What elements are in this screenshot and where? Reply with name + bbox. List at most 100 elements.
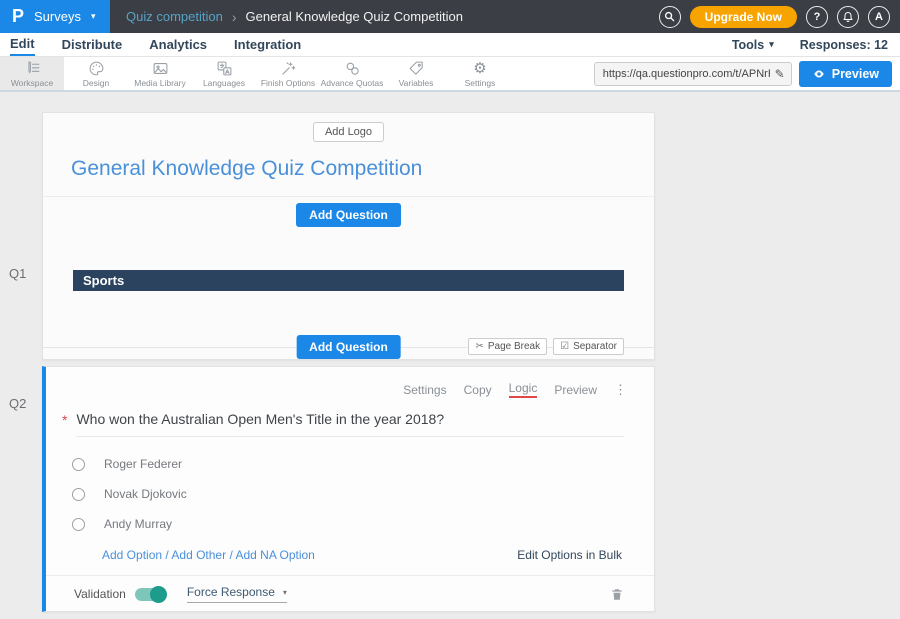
tool-media-library[interactable]: Media Library: [128, 57, 192, 90]
q1-section-heading[interactable]: Sports: [73, 270, 624, 291]
question-mark-icon: ?: [814, 11, 821, 23]
add-question-button[interactable]: Add Question: [296, 335, 401, 359]
q2-option-links-row: Add Option / Add Other / Add NA Option E…: [46, 539, 654, 562]
media-library-icon: [152, 60, 169, 77]
tab-distribute[interactable]: Distribute: [62, 33, 123, 56]
survey-section-tabs: Edit Distribute Analytics Integration: [0, 33, 328, 56]
tool-design[interactable]: Design: [64, 57, 128, 90]
subnav-right: Tools ▾ Responses: 12: [732, 38, 900, 52]
tools-label: Tools: [732, 38, 764, 52]
radio-icon[interactable]: [72, 488, 85, 501]
toggle-knob: [150, 586, 167, 603]
scissors-icon: ✂: [475, 341, 483, 352]
survey-url-input[interactable]: [603, 68, 770, 80]
required-asterisk: *: [62, 411, 67, 429]
option-row[interactable]: Roger Federer: [72, 449, 654, 479]
break-controls: ✂ Page Break ☑ Separator: [468, 338, 624, 355]
q2-menu-logic[interactable]: Logic: [509, 381, 538, 398]
eye-icon: [812, 68, 826, 80]
responses-count[interactable]: Responses: 12: [800, 38, 888, 52]
delete-question-button[interactable]: [610, 587, 624, 602]
tool-languages[interactable]: Languages: [192, 57, 256, 90]
q2-question-card: Settings Copy Logic Preview ⋮ * Who won …: [42, 366, 655, 612]
add-logo-button[interactable]: Add Logo: [313, 122, 384, 142]
tools-dropdown[interactable]: Tools ▾: [732, 38, 774, 52]
finish-options-icon: [280, 60, 297, 77]
page-break-button[interactable]: ✂ Page Break: [468, 338, 547, 355]
edit-options-in-bulk-link[interactable]: Edit Options in Bulk: [517, 548, 622, 562]
tab-edit[interactable]: Edit: [10, 33, 35, 56]
option-row[interactable]: Andy Murray: [72, 509, 654, 539]
breadcrumb-survey-title: General Knowledge Quiz Competition: [246, 9, 464, 24]
design-icon: [88, 60, 105, 77]
slash-separator: /: [165, 548, 168, 562]
q2-menu-settings[interactable]: Settings: [403, 383, 446, 397]
questionpro-logo: P: [12, 6, 24, 27]
surveys-product-menu[interactable]: P Surveys ▾: [0, 0, 110, 33]
edit-url-pencil-icon[interactable]: ✎: [770, 67, 785, 81]
radio-icon[interactable]: [72, 518, 85, 531]
add-question-row-top: Add Question: [43, 197, 654, 227]
tool-variables[interactable]: Variables: [384, 57, 448, 90]
tab-integration[interactable]: Integration: [234, 33, 301, 56]
search-button[interactable]: [659, 6, 681, 28]
chevron-down-icon: ▾: [769, 39, 774, 50]
add-question-button[interactable]: Add Question: [296, 203, 401, 227]
q2-menu-copy[interactable]: Copy: [464, 383, 492, 397]
tool-workspace[interactable]: Workspace: [0, 57, 64, 90]
breadcrumb-folder[interactable]: Quiz competition: [126, 9, 223, 24]
add-option-links: Add Option / Add Other / Add NA Option: [102, 548, 315, 562]
add-option-link[interactable]: Add Option: [102, 548, 162, 562]
trash-icon: [610, 587, 624, 602]
secondary-nav: Edit Distribute Analytics Integration To…: [0, 33, 900, 57]
validation-type-dropdown[interactable]: Force Response ▾: [187, 585, 287, 603]
edit-toolbar: Workspace Design Media Library Languages…: [0, 57, 900, 92]
add-other-link[interactable]: Add Other: [171, 548, 226, 562]
add-logo-row: Add Logo: [43, 113, 654, 142]
product-name: Surveys: [34, 9, 81, 24]
workspace-icon: [24, 60, 41, 77]
top-header-bar: P Surveys ▾ Quiz competition › General K…: [0, 0, 900, 33]
advance-quotas-icon: [344, 60, 361, 77]
survey-head-card: Add Logo General Knowledge Quiz Competit…: [42, 112, 655, 360]
question-breaker-row: Add Question ✂ Page Break ☑ Separator: [43, 337, 654, 358]
q2-options-list: Roger Federer Novak Djokovic Andy Murray: [46, 437, 654, 539]
tab-analytics[interactable]: Analytics: [149, 33, 207, 56]
more-options-dots-icon[interactable]: ⋮: [614, 382, 628, 398]
upgrade-now-button[interactable]: Upgrade Now: [690, 6, 797, 28]
add-na-option-link[interactable]: Add NA Option: [235, 548, 314, 562]
q2-question-text[interactable]: Who won the Australian Open Men's Title …: [76, 411, 624, 437]
notifications-button[interactable]: [837, 6, 859, 28]
bell-icon: [842, 11, 854, 23]
chevron-down-icon: ▾: [91, 11, 96, 22]
q2-validation-row: Validation Force Response ▾: [46, 576, 654, 603]
settings-icon: ⚙: [473, 60, 486, 77]
question-number-q2: Q2: [9, 396, 26, 411]
preview-button[interactable]: Preview: [799, 61, 892, 87]
variables-icon: [408, 60, 425, 77]
validation-toggle[interactable]: [135, 588, 165, 601]
q2-text-row: * Who won the Australian Open Men's Titl…: [46, 398, 654, 437]
separator-button[interactable]: ☑ Separator: [553, 338, 624, 355]
toolbar-right: ✎ Preview: [594, 57, 900, 90]
q2-menu-preview[interactable]: Preview: [554, 383, 597, 397]
languages-icon: [216, 60, 233, 77]
survey-url-box: ✎: [594, 62, 792, 86]
slash-separator: /: [229, 548, 232, 562]
breadcrumb-separator-icon: ›: [232, 9, 237, 25]
help-button[interactable]: ?: [806, 6, 828, 28]
option-row[interactable]: Novak Djokovic: [72, 479, 654, 509]
tool-advance-quotas[interactable]: Advance Quotas: [320, 57, 384, 90]
radio-icon[interactable]: [72, 458, 85, 471]
preview-label: Preview: [832, 67, 879, 81]
chevron-down-icon: ▾: [283, 588, 287, 597]
survey-workspace: Q1 Q2 Add Logo General Knowledge Quiz Co…: [0, 92, 900, 619]
header-actions: Upgrade Now ? A: [659, 6, 900, 28]
tool-settings[interactable]: ⚙ Settings: [448, 57, 512, 90]
breadcrumb: Quiz competition › General Knowledge Qui…: [126, 9, 463, 25]
checkbox-checked-icon: ☑: [560, 341, 569, 352]
tool-finish-options[interactable]: Finish Options: [256, 57, 320, 90]
survey-title[interactable]: General Knowledge Quiz Competition: [71, 157, 654, 181]
search-icon: [664, 11, 675, 22]
avatar[interactable]: A: [868, 6, 890, 28]
